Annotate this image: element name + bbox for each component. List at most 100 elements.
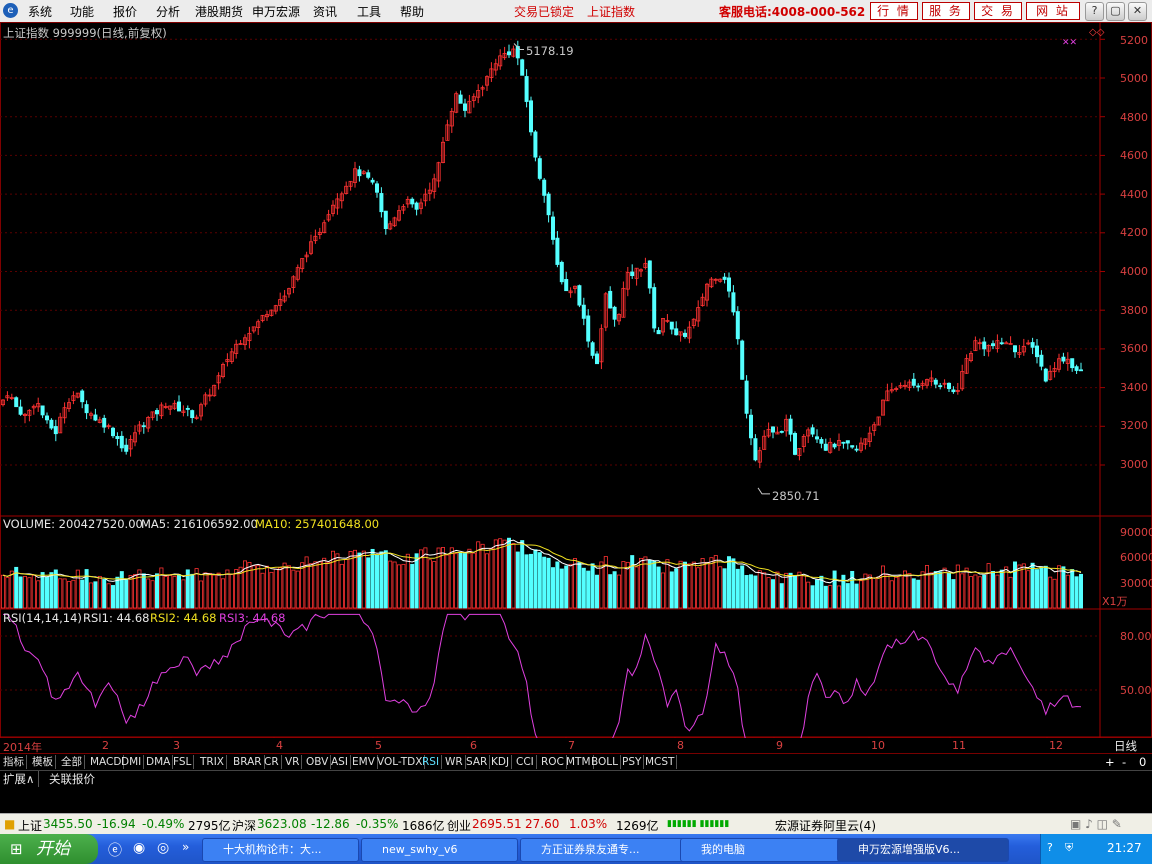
website-button[interactable]: 网 站 — [1026, 2, 1080, 20]
indicator-tab-kdj[interactable]: KDJ — [489, 755, 513, 769]
indicator-tab-obv[interactable]: OBV — [304, 755, 332, 769]
candle-body — [845, 440, 850, 444]
period-label[interactable]: 日线 — [1114, 738, 1137, 754]
indicator-tab-mcst[interactable]: MCST — [643, 755, 678, 769]
menu-item-help[interactable]: 帮助 — [400, 3, 424, 20]
cy-index-pct: 1.03% — [569, 817, 608, 831]
restore-window-icon[interactable]: ▢ — [1106, 2, 1125, 21]
volume-bar — [779, 583, 784, 609]
candle-body — [938, 385, 943, 388]
hs-index-amount: 1686亿 — [402, 819, 445, 833]
volume-bar — [53, 569, 58, 609]
task-shenwan[interactable]: 申万宏源增强版V6... — [837, 838, 1009, 862]
volume-bar — [951, 579, 956, 609]
indicator-tab-boll[interactable]: BOLL — [589, 755, 621, 769]
candle-body — [951, 389, 956, 393]
volume-bar — [559, 568, 564, 609]
volume-bar — [581, 567, 586, 609]
candle-body — [357, 169, 362, 177]
indicator-tab-trix[interactable]: TRIX — [198, 755, 227, 769]
candle-body — [185, 408, 190, 410]
start-button[interactable]: ⊞ 开始 — [0, 834, 98, 864]
volume-bar — [137, 569, 142, 609]
menu-item-function[interactable]: 功能 — [70, 3, 94, 20]
indicator-tab-brar[interactable]: BRAR — [231, 755, 265, 769]
volume-bar — [97, 575, 102, 609]
indicator-tab-vr[interactable]: VR — [283, 755, 303, 769]
menu-item-hk-futures[interactable]: 港股期货 — [195, 3, 243, 20]
ie-quicklaunch-icon[interactable]: ⓔ — [108, 840, 122, 860]
indicator-tab-fsl[interactable]: FSL — [171, 755, 195, 769]
trade-button[interactable]: 交 易 — [974, 2, 1022, 20]
volume-bar — [696, 567, 701, 609]
help-window-icon[interactable]: ? — [1085, 2, 1104, 21]
indicator-tab-全部[interactable]: 全部 — [59, 755, 85, 769]
volume-bar — [22, 576, 27, 609]
trade-lock-status: 交易已锁定 — [514, 5, 575, 19]
indicator-tab-vol-tdx[interactable]: VOL-TDX — [375, 755, 426, 769]
tray-shield-icon[interactable]: ⛨ — [1065, 841, 1073, 855]
indicator-tab-指标[interactable]: 指标 — [1, 755, 27, 769]
candle-body — [564, 278, 569, 292]
chrome-quicklaunch-icon[interactable]: ◎ — [157, 840, 169, 856]
volume-bar — [0, 574, 6, 609]
volume-bar — [168, 575, 173, 609]
price-tick: 3600 — [1120, 342, 1148, 355]
quicklaunch-arrow-icon[interactable]: » — [182, 840, 189, 854]
menu-item-analysis[interactable]: 分析 — [156, 3, 180, 20]
candle-body — [555, 237, 560, 265]
cy-index-amount: 1269亿 — [616, 819, 659, 833]
indicator-tab-wr[interactable]: WR — [443, 755, 466, 769]
task-news[interactable]: 十大机构论市：大... — [202, 838, 359, 862]
indicator-tab-sar[interactable]: SAR — [464, 755, 491, 769]
extend-tab[interactable]: 扩展∧ — [3, 771, 40, 787]
indicator-tab-asi[interactable]: ASI — [329, 755, 351, 769]
volume-bar — [612, 571, 617, 609]
menu-item-tools[interactable]: 工具 — [357, 3, 381, 20]
volume-bar — [999, 569, 1004, 609]
indicator-tab-dmi[interactable]: DMI — [119, 755, 145, 769]
volume-bar — [797, 571, 802, 609]
volume-bar — [1057, 565, 1062, 609]
indicator-tab-roc[interactable]: ROC — [539, 755, 567, 769]
high-price-label: 5178.19 — [526, 44, 574, 58]
candle-body — [586, 315, 591, 342]
indicator-tab-cr[interactable]: CR — [262, 755, 282, 769]
browser-quicklaunch-icon[interactable]: ◉ — [133, 840, 145, 856]
volume-bar — [471, 552, 476, 609]
volume-bar — [713, 555, 718, 609]
zoom-out-button[interactable]: - — [1122, 755, 1126, 769]
volume-tick: 30000 — [1120, 577, 1152, 590]
zoom-in-button[interactable]: + — [1105, 755, 1115, 769]
menu-item-system[interactable]: 系统 — [28, 3, 52, 20]
task-folder[interactable]: new_swhy_v6 — [361, 838, 518, 862]
candle-body — [982, 341, 987, 350]
volume-bar — [45, 576, 50, 609]
task-my-computer[interactable]: 我的电脑 — [680, 838, 842, 862]
candle-body — [810, 427, 815, 435]
indicator-tab-模板[interactable]: 模板 — [30, 755, 56, 769]
related-quotes-tab[interactable]: 关联报价 — [49, 771, 95, 787]
menu-item-shenwan[interactable]: 申万宏源 — [252, 3, 300, 20]
indicator-tab-psy[interactable]: PSY — [620, 755, 645, 769]
kline-chart[interactable]: ✕✕ ◇◇ — [0, 22, 1152, 738]
volume-bar — [190, 573, 195, 609]
menu-item-news[interactable]: 资讯 — [313, 3, 337, 20]
task-fangzheng[interactable]: 方正证券泉友通专... — [520, 838, 687, 862]
zoom-reset-button[interactable]: 0 — [1139, 755, 1146, 769]
price-tick: 4400 — [1120, 188, 1148, 201]
market-button[interactable]: 行 情 — [870, 2, 918, 20]
volume-bar — [982, 574, 987, 609]
close-window-icon[interactable]: ✕ — [1128, 2, 1147, 21]
candle-body — [537, 158, 542, 179]
indicator-tab-dma[interactable]: DMA — [144, 755, 174, 769]
tray-help-icon[interactable]: ? — [1047, 841, 1053, 854]
volume-bar — [801, 575, 806, 609]
indicator-tab-emv[interactable]: EMV — [350, 755, 378, 769]
candle-body — [370, 179, 375, 183]
indicator-tab-cci[interactable]: CCI — [514, 755, 537, 769]
service-button[interactable]: 服 务 — [922, 2, 970, 20]
indicator-tab-rsi[interactable]: RSI — [420, 755, 443, 769]
volume-bar — [49, 572, 54, 609]
menu-item-quote[interactable]: 报价 — [113, 3, 137, 20]
